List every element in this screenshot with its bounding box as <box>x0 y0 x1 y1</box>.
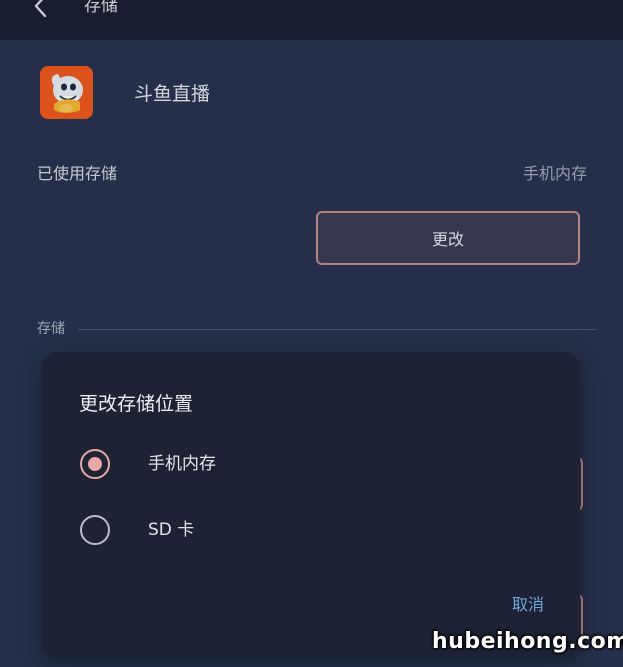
change-storage-dialog: 更改存储位置 手机内存 SD 卡 取消 <box>42 352 580 658</box>
radio-selected-icon[interactable] <box>80 449 110 479</box>
radio-unselected-icon[interactable] <box>80 515 110 545</box>
dialog-title: 更改存储位置 <box>79 393 194 415</box>
storage-option-label: 手机内存 <box>148 454 216 474</box>
watermark-text: hubeihong.com <box>432 629 623 654</box>
storage-option-internal[interactable]: 手机内存 <box>80 449 380 483</box>
storage-option-label: SD 卡 <box>148 520 195 540</box>
storage-screen: 存储 斗鱼直播 已使用存储 手机内存 更改 存储 更改存储位置 手机内存 SD … <box>0 0 623 667</box>
radio-dot <box>88 457 102 471</box>
storage-option-sd-card[interactable]: SD 卡 <box>80 515 380 549</box>
cancel-button[interactable]: 取消 <box>512 595 544 615</box>
